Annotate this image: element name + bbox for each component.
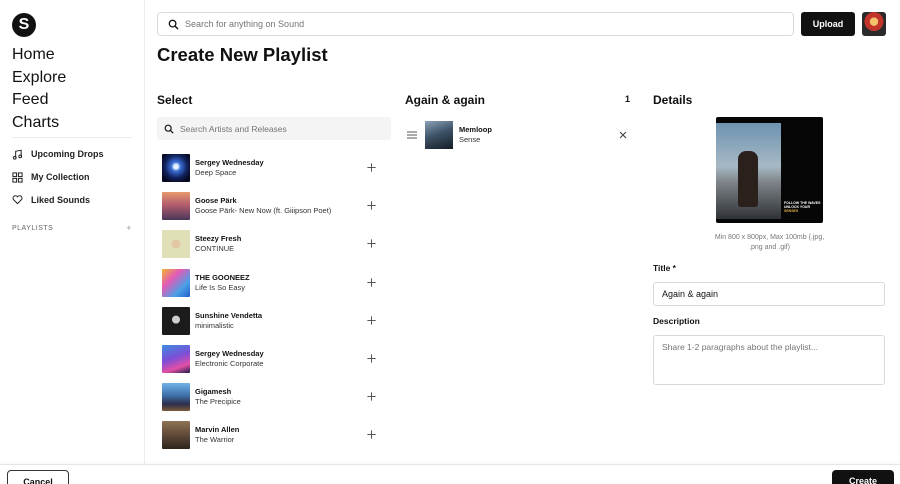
details-heading: Details (653, 93, 693, 107)
artist-search-input[interactable] (180, 123, 380, 134)
list-item[interactable]: Sergey Wednesday Deep Space (162, 154, 382, 192)
cancel-button[interactable]: Cancel (7, 470, 69, 484)
track-artwork (162, 421, 190, 450)
track-artist: Steezy Fresh (195, 234, 242, 244)
track-artwork (162, 154, 190, 182)
track-title: minimalistic (195, 320, 234, 330)
track-artwork (162, 344, 190, 373)
page-title: Create New Playlist (157, 44, 328, 65)
avatar[interactable] (862, 12, 886, 36)
add-icon[interactable] (366, 277, 377, 288)
upload-button[interactable]: Upload (801, 12, 855, 36)
sidebar-item-label: My Collection (31, 172, 90, 183)
track-title: The Warrior (195, 435, 235, 445)
add-icon[interactable] (366, 429, 377, 440)
track-artwork (162, 192, 190, 221)
add-icon[interactable] (366, 238, 377, 249)
playlists-header: PLAYLISTS + (12, 224, 132, 233)
sidebar-links: Upcoming Drops My Collection Liked Sound… (12, 143, 104, 211)
main-nav: Home Explore Feed Charts (12, 44, 66, 135)
global-search[interactable] (157, 12, 794, 36)
track-list: Sergey Wednesday Deep Space Goose Pärk Goo… (162, 154, 382, 460)
sidebar-item-my-collection[interactable]: My Collection (12, 166, 104, 189)
track-artwork (162, 306, 190, 335)
track-artist: Gigamesh (195, 387, 232, 397)
track-artwork (162, 383, 190, 412)
cover-caption: FOLLOW THE WAVES UNLOCK YOUR SENSES (784, 201, 822, 214)
artist-search[interactable] (157, 117, 391, 140)
cover-caption-accent: SENSES (784, 209, 799, 214)
add-playlist-button[interactable]: + (126, 224, 132, 233)
sidebar-divider (12, 137, 132, 138)
search-icon (168, 19, 179, 30)
track-title: Electronic Corporate (195, 358, 264, 368)
track-artist: Sergey Wednesday (195, 348, 264, 358)
track-title: Goose Pärk- New Now (ft. Giiipson Poet) (195, 206, 332, 216)
track-title: CONTINUE (195, 244, 235, 254)
cover-image-upload[interactable]: FOLLOW THE WAVES UNLOCK YOUR SENSES (716, 117, 823, 223)
nav-explore[interactable]: Explore (12, 67, 66, 90)
sidebar: S Home Explore Feed Charts Upcoming Drop… (0, 0, 145, 484)
playlists-label: PLAYLISTS (12, 225, 54, 232)
list-item[interactable]: Sunshine Vendetta minimalistic (162, 306, 382, 345)
drag-handle-icon[interactable] (407, 131, 417, 139)
description-label: Description (653, 316, 700, 326)
playlist-item-title: Sense (459, 135, 481, 144)
track-artist: Sunshine Vendetta (195, 310, 263, 320)
list-item[interactable]: Gigamesh The Precipice (162, 383, 382, 421)
list-item[interactable]: Marvin Allen The Warrior (162, 421, 382, 459)
title-label: Title * (653, 263, 676, 273)
action-bar (0, 464, 900, 484)
description-field[interactable] (653, 335, 885, 385)
cover-figure (738, 151, 758, 207)
track-artist: Marvin Allen (195, 425, 240, 435)
track-artwork (162, 268, 190, 297)
track-title: Deep Space (195, 168, 237, 177)
playlist-item[interactable]: Memloop Sense (407, 121, 631, 149)
track-artist: THE GOONEEZ (195, 272, 250, 282)
add-icon[interactable] (366, 353, 377, 364)
create-button[interactable]: Create (832, 470, 894, 484)
nav-feed[interactable]: Feed (12, 89, 66, 112)
sound-logo[interactable]: S (12, 13, 36, 37)
add-icon[interactable] (366, 162, 377, 173)
list-item[interactable]: THE GOONEEZ Life Is So Easy (162, 268, 382, 307)
playlist-item-artwork (425, 121, 453, 149)
track-artwork (162, 230, 190, 259)
search-icon (164, 124, 174, 134)
sidebar-item-liked-sounds[interactable]: Liked Sounds (12, 188, 104, 211)
add-icon[interactable] (366, 391, 377, 402)
sidebar-item-upcoming-drops[interactable]: Upcoming Drops (12, 143, 104, 166)
heart-icon (12, 195, 23, 205)
track-artist: Sergey Wednesday (195, 158, 264, 167)
cover-requirements: Min 800 x 800px, Max 100mb (.jpg, .png a… (714, 234, 825, 251)
list-item[interactable]: Steezy Fresh CONTINUE (162, 230, 382, 268)
title-field[interactable] (653, 282, 885, 306)
nav-charts[interactable]: Charts (12, 112, 66, 135)
nav-home[interactable]: Home (12, 44, 66, 67)
sidebar-item-label: Liked Sounds (31, 194, 91, 205)
close-icon[interactable] (619, 131, 627, 139)
add-icon[interactable] (366, 200, 377, 211)
music-note-icon (12, 149, 23, 160)
playlist-item-artist: Memloop (459, 125, 492, 134)
sidebar-item-label: Upcoming Drops (31, 149, 104, 160)
playlist-name-heading: Again & again (405, 93, 486, 107)
select-heading: Select (157, 93, 193, 107)
list-item[interactable]: Sergey Wednesday Electronic Corporate (162, 344, 382, 383)
track-title: The Precipice (195, 397, 241, 407)
search-input[interactable] (185, 19, 745, 29)
add-icon[interactable] (366, 315, 377, 326)
track-title: Life Is So Easy (195, 282, 246, 292)
track-artist: Goose Pärk (195, 196, 237, 206)
playlist-track-count: 1 (625, 94, 631, 104)
grid-icon (12, 171, 23, 183)
list-item[interactable]: Goose Pärk Goose Pärk- New Now (ft. Giiip… (162, 192, 382, 230)
